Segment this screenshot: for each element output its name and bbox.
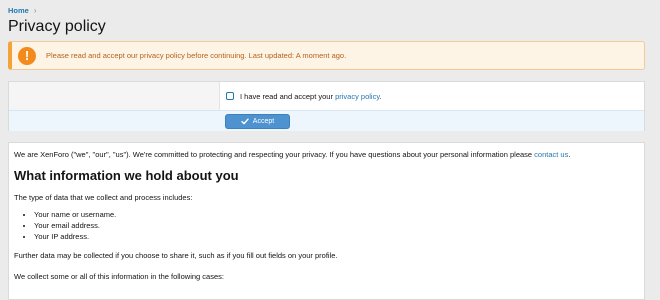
policy-content: We are XenForo ("we", "our", "us"). We'r…: [8, 142, 645, 300]
checkbox-label-prefix: I have read and accept your: [240, 91, 336, 101]
contact-us-link[interactable]: contact us: [534, 150, 568, 159]
privacy-policy-link[interactable]: privacy policy: [335, 92, 379, 101]
list-item: Your email address.: [34, 220, 639, 231]
further-paragraph: Further data may be collected if you cho…: [14, 251, 338, 260]
checkbox-label-suffix: .: [379, 91, 382, 101]
form-submit-row: Accept: [9, 110, 644, 131]
check-icon: [241, 118, 249, 125]
accept-policy-form: I have read and accept your privacy poli…: [8, 81, 645, 131]
list-item: Your name or username.: [34, 209, 639, 220]
intro-text: We are XenForo ("we", "our", "us"). We'r…: [14, 150, 535, 159]
checkbox-label[interactable]: I have read and accept your privacy poli…: [240, 92, 382, 101]
breadcrumb: Home ›: [8, 6, 37, 15]
breadcrumb-home-link[interactable]: Home: [8, 6, 29, 15]
section-heading: What information we hold about you: [14, 168, 239, 183]
list-item: Your IP address.: [34, 231, 639, 242]
data-list: Your name or username. Your email addres…: [14, 209, 639, 242]
breadcrumb-separator-icon: ›: [33, 6, 37, 15]
list-intro: The type of data that we collect and pro…: [14, 193, 193, 202]
cases-paragraph: We collect some or all of this informati…: [14, 272, 224, 281]
page-title: Privacy policy: [8, 18, 106, 35]
accept-button-label: Accept: [252, 118, 275, 125]
intro-paragraph: We are XenForo ("we", "our", "us"). We'r…: [14, 149, 639, 160]
accept-button[interactable]: Accept: [225, 114, 290, 129]
privacy-notice: ! Please read and accept our privacy pol…: [8, 41, 645, 70]
form-label-column: [9, 82, 220, 110]
accept-checkbox[interactable]: [226, 92, 234, 100]
checkbox-row: I have read and accept your privacy poli…: [9, 82, 644, 110]
form-input-column: I have read and accept your privacy poli…: [220, 82, 644, 110]
notice-text: Please read and accept our privacy polic…: [46, 51, 347, 60]
warning-icon: !: [18, 46, 36, 65]
intro-suffix: .: [568, 150, 571, 159]
